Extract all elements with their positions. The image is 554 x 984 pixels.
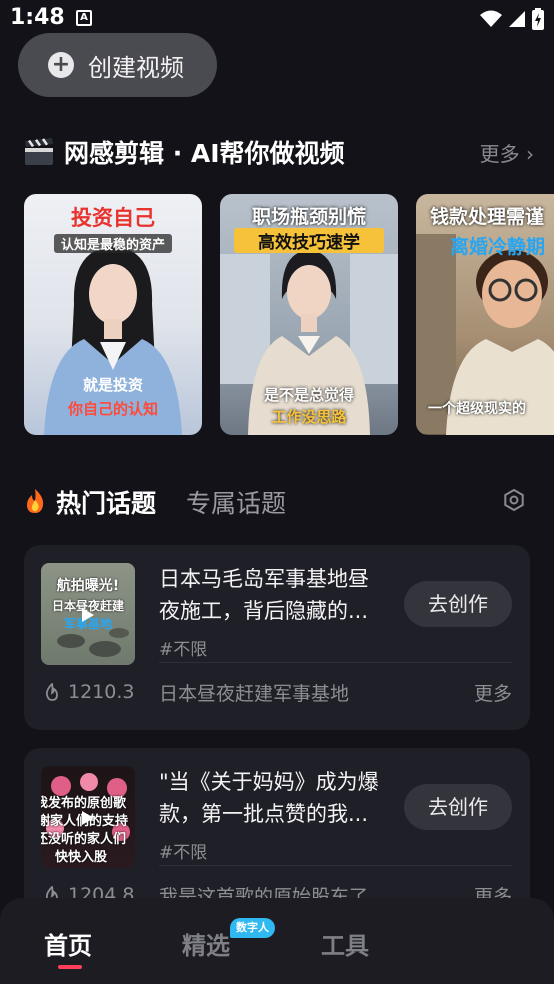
- topic-tag: #不限: [159, 640, 208, 660]
- active-tab-indicator: [58, 965, 82, 969]
- fire-icon: [27, 489, 44, 513]
- more-link[interactable]: 更多 ›: [480, 138, 534, 167]
- signal-icon: [509, 11, 525, 27]
- nav-tools[interactable]: 工具: [321, 926, 369, 961]
- play-icon: [82, 811, 94, 825]
- notification-icon: A: [76, 10, 92, 26]
- heat-counter: 1210.3: [44, 681, 134, 703]
- wifi-icon: [480, 10, 502, 27]
- thumb-text-1: 航拍曝光!: [56, 578, 120, 594]
- heat-icon: [45, 683, 58, 701]
- card-line-1: 是不是总觉得: [263, 386, 354, 404]
- digital-human-badge: 数字人: [230, 918, 275, 938]
- card-line-2: 工作没思路: [271, 408, 347, 426]
- card-caption: 钱款处理需谨: [430, 206, 545, 228]
- status-bar: 1:48 A: [0, 0, 554, 36]
- topic-more-link[interactable]: 更多: [474, 679, 512, 706]
- card-line-1: 一个超级现实的: [428, 401, 526, 417]
- go-create-button[interactable]: 去创作: [404, 784, 512, 830]
- card-subcaption: 认知是最稳的资产: [54, 234, 172, 253]
- section-title: 网感剪辑 · AI帮你做视频: [64, 139, 345, 168]
- topic-description: 日本昼夜赶建军事基地: [159, 683, 350, 705]
- card-line-2: 你自己的认知: [67, 400, 158, 418]
- divider: [159, 662, 512, 663]
- card-line-1: 就是投资: [82, 376, 143, 394]
- bottom-navigation: 首页 精选 数字人 工具: [0, 898, 554, 984]
- video-card[interactable]: 投资自己 认知是最稳的资产 就是投资 你自己的认知: [24, 194, 202, 435]
- video-card[interactable]: 钱款处理需谨 离婚冷静期 一个超级现实的: [416, 194, 554, 435]
- thumb-text-4: 快快入股: [55, 850, 108, 865]
- play-icon: [82, 608, 94, 622]
- topic-thumbnail[interactable]: 航拍曝光! 日本昼夜赶建 军事基地: [41, 563, 135, 665]
- topic-tag: #不限: [159, 843, 208, 863]
- system-icons: [480, 8, 544, 30]
- topic-title: 日本马毛岛军事基地昼夜施工，背后隐藏的...: [159, 567, 369, 623]
- battery-icon: [532, 8, 544, 30]
- topic-item[interactable]: 航拍曝光! 日本昼夜赶建 军事基地 日本马毛岛军事基地昼夜施工，背后隐藏的...…: [24, 545, 530, 730]
- settings-icon[interactable]: [502, 488, 526, 512]
- tab-hot-topics[interactable]: 热门话题: [56, 484, 156, 520]
- clapperboard-icon: [25, 138, 53, 165]
- create-video-button[interactable]: + 创建视频: [18, 33, 217, 97]
- card-subcaption: 高效技巧速学: [234, 228, 384, 253]
- card-caption: 职场瓶颈别慌: [251, 206, 366, 228]
- thumb-text-1: 我发布的原创歌: [41, 796, 127, 811]
- plus-icon: +: [48, 52, 74, 78]
- divider: [159, 865, 512, 866]
- thumb-text-3: 还没听的家人们: [41, 832, 127, 847]
- create-video-label: 创建视频: [88, 53, 184, 82]
- heat-value: 1210.3: [68, 681, 135, 703]
- ai-section-header: 网感剪辑 · AI帮你做视频 更多 ›: [24, 132, 534, 172]
- tab-exclusive-topics[interactable]: 专属话题: [186, 484, 286, 520]
- card-subcaption: 离婚冷静期: [450, 236, 546, 258]
- topic-thumbnail[interactable]: 我发布的原创歌 谢家人们的支持 还没听的家人们 快快入股: [41, 766, 135, 868]
- topic-title: "当《关于妈妈》成为爆款，第一批点赞的我...: [159, 770, 379, 826]
- card-caption: 投资自己: [71, 206, 155, 230]
- video-card-carousel[interactable]: 投资自己 认知是最稳的资产 就是投资 你自己的认知 职场瓶颈别慌 高效技巧速学 …: [24, 194, 554, 436]
- status-time: 1:48: [10, 5, 65, 30]
- nav-featured[interactable]: 精选: [182, 926, 230, 961]
- topic-tabs: 热门话题 专属话题: [24, 482, 530, 522]
- video-card[interactable]: 职场瓶颈别慌 高效技巧速学 是不是总觉得 工作没思路: [220, 194, 398, 435]
- go-create-button[interactable]: 去创作: [404, 581, 512, 627]
- nav-home[interactable]: 首页: [44, 926, 92, 961]
